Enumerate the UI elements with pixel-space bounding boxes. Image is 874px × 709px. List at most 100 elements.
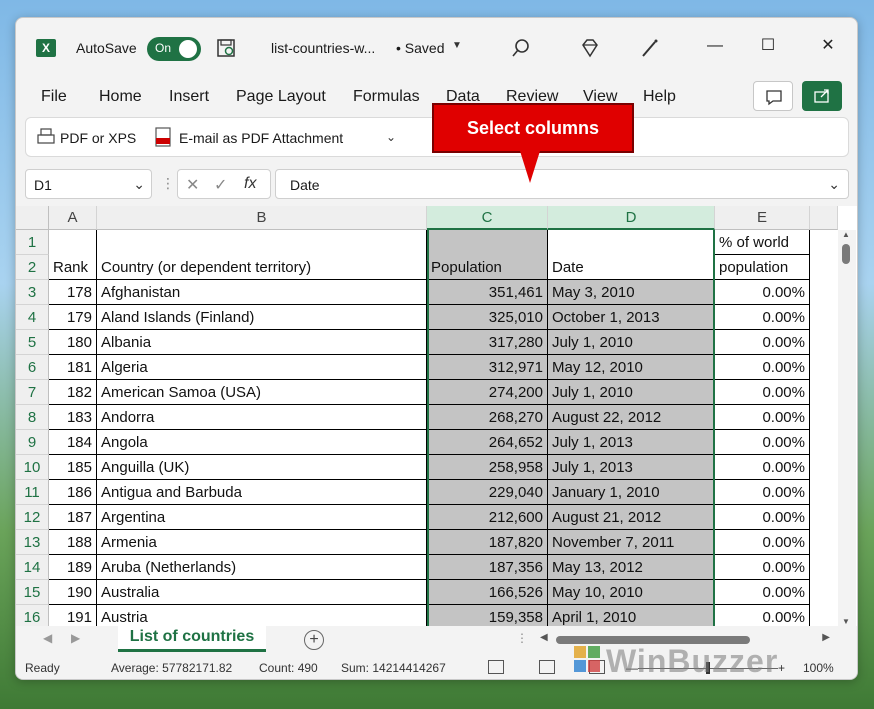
cell-population[interactable]: 264,652 — [427, 430, 548, 455]
scroll-up-icon[interactable]: ▲ — [842, 230, 850, 239]
cell-country[interactable]: Afghanistan — [97, 280, 427, 305]
row-header[interactable]: 13 — [16, 530, 49, 555]
cell-country[interactable]: Armenia — [97, 530, 427, 555]
cell-population[interactable]: 159,358 — [427, 605, 548, 626]
cell-date[interactable]: August 21, 2012 — [548, 505, 715, 530]
cell-date[interactable]: January 1, 2010 — [548, 480, 715, 505]
prev-sheet-icon[interactable]: ◀ — [43, 631, 52, 645]
cell-percent[interactable]: 0.00% — [715, 305, 810, 330]
column-header-a[interactable]: A — [49, 206, 97, 230]
cell-d1[interactable] — [548, 230, 715, 255]
cell-country[interactable]: Antigua and Barbuda — [97, 480, 427, 505]
cell-a1[interactable] — [49, 230, 97, 255]
menu-insert[interactable]: Insert — [169, 88, 209, 106]
cell-country[interactable]: Austria — [97, 605, 427, 626]
autosave-toggle[interactable]: On — [147, 37, 201, 61]
cell-country[interactable]: Andorra — [97, 405, 427, 430]
save-status[interactable]: • Saved — [396, 40, 445, 56]
cell-country[interactable]: Albania — [97, 330, 427, 355]
menu-formulas[interactable]: Formulas — [353, 88, 420, 106]
menu-home[interactable]: Home — [99, 88, 142, 106]
cell-rank[interactable]: 184 — [49, 430, 97, 455]
column-header-e[interactable]: E — [715, 206, 810, 230]
row-header[interactable]: 15 — [16, 580, 49, 605]
cell-population[interactable]: 166,526 — [427, 580, 548, 605]
cell-rank[interactable]: 179 — [49, 305, 97, 330]
cell-b2[interactable]: Country (or dependent territory) — [97, 255, 427, 280]
spreadsheet-grid[interactable]: A B C D E 1 % of world 2 Rank Country (o… — [16, 206, 857, 626]
cell-date[interactable]: October 1, 2013 — [548, 305, 715, 330]
cell-rank[interactable]: 188 — [49, 530, 97, 555]
cell-country[interactable]: Aruba (Netherlands) — [97, 555, 427, 580]
zoom-in-icon[interactable]: + — [778, 661, 785, 675]
scroll-thumb[interactable] — [842, 244, 850, 264]
row-header[interactable]: 1 — [16, 230, 49, 255]
minimize-icon[interactable]: — — [703, 34, 727, 58]
cell-rank[interactable]: 186 — [49, 480, 97, 505]
cell-percent[interactable]: 0.00% — [715, 555, 810, 580]
search-icon[interactable] — [510, 37, 532, 59]
cell-population[interactable]: 229,040 — [427, 480, 548, 505]
tab-splitter-grip[interactable]: ⋮ — [516, 631, 528, 645]
scroll-down-icon[interactable]: ▼ — [842, 617, 850, 626]
cell-population[interactable]: 325,010 — [427, 305, 548, 330]
cell-population[interactable]: 187,356 — [427, 555, 548, 580]
next-sheet-icon[interactable]: ▶ — [71, 631, 80, 645]
cell-date[interactable]: May 10, 2010 — [548, 580, 715, 605]
comments-button[interactable] — [753, 81, 793, 111]
cell-date[interactable]: July 1, 2013 — [548, 430, 715, 455]
cell-rank[interactable]: 189 — [49, 555, 97, 580]
normal-view-icon[interactable] — [488, 660, 504, 674]
cell-date[interactable]: April 1, 2010 — [548, 605, 715, 626]
cell-percent[interactable]: 0.00% — [715, 280, 810, 305]
row-header[interactable]: 9 — [16, 430, 49, 455]
vertical-scrollbar[interactable]: ▲ ▼ — [838, 230, 856, 626]
cell-e1[interactable]: % of world — [715, 230, 810, 255]
cell-population[interactable]: 268,270 — [427, 405, 548, 430]
cell-population[interactable]: 312,971 — [427, 355, 548, 380]
cell-e2[interactable]: population — [715, 255, 810, 280]
cell-d2[interactable]: Date — [548, 255, 715, 280]
formula-bar-grip[interactable]: ⋮ — [161, 175, 175, 192]
cell-country[interactable]: Anguilla (UK) — [97, 455, 427, 480]
menu-file[interactable]: File — [41, 88, 67, 106]
cell-population[interactable]: 212,600 — [427, 505, 548, 530]
status-sum[interactable]: Sum: 14214414267 — [341, 661, 446, 675]
cell-date[interactable]: May 3, 2010 — [548, 280, 715, 305]
cancel-icon[interactable]: ✕ — [186, 175, 199, 195]
page-layout-view-icon[interactable] — [539, 660, 555, 674]
column-header-c[interactable]: C — [427, 206, 548, 230]
cell-country[interactable]: American Samoa (USA) — [97, 380, 427, 405]
cell-country[interactable]: Australia — [97, 580, 427, 605]
cell-rank[interactable]: 191 — [49, 605, 97, 626]
row-header[interactable]: 3 — [16, 280, 49, 305]
menu-page-layout[interactable]: Page Layout — [236, 88, 326, 106]
cell-percent[interactable]: 0.00% — [715, 455, 810, 480]
cell-rank[interactable]: 181 — [49, 355, 97, 380]
pen-icon[interactable] — [639, 37, 661, 59]
row-header[interactable]: 12 — [16, 505, 49, 530]
column-header-b[interactable]: B — [97, 206, 427, 230]
chevron-down-icon[interactable]: ⌄ — [828, 176, 840, 193]
cell-country[interactable]: Angola — [97, 430, 427, 455]
scroll-right-icon[interactable]: ▶ — [822, 632, 830, 643]
cell-percent[interactable]: 0.00% — [715, 330, 810, 355]
cell-population[interactable]: 317,280 — [427, 330, 548, 355]
status-average[interactable]: Average: 57782171.82 — [111, 661, 232, 675]
row-header[interactable]: 11 — [16, 480, 49, 505]
cell-date[interactable]: July 1, 2013 — [548, 455, 715, 480]
cell-date[interactable]: July 1, 2010 — [548, 330, 715, 355]
row-header[interactable]: 4 — [16, 305, 49, 330]
cell-date[interactable]: November 7, 2011 — [548, 530, 715, 555]
chevron-down-icon[interactable]: ▼ — [452, 40, 462, 51]
zoom-level[interactable]: 100% — [803, 661, 834, 675]
cell-rank[interactable]: 178 — [49, 280, 97, 305]
status-count[interactable]: Count: 490 — [259, 661, 318, 675]
confirm-icon[interactable]: ✓ — [214, 175, 227, 195]
cell-date[interactable]: July 1, 2010 — [548, 380, 715, 405]
row-header[interactable]: 5 — [16, 330, 49, 355]
save-icon[interactable] — [216, 38, 236, 58]
maximize-icon[interactable]: ☐ — [756, 34, 780, 58]
scroll-left-icon[interactable]: ◀ — [540, 632, 548, 643]
cell-rank[interactable]: 185 — [49, 455, 97, 480]
